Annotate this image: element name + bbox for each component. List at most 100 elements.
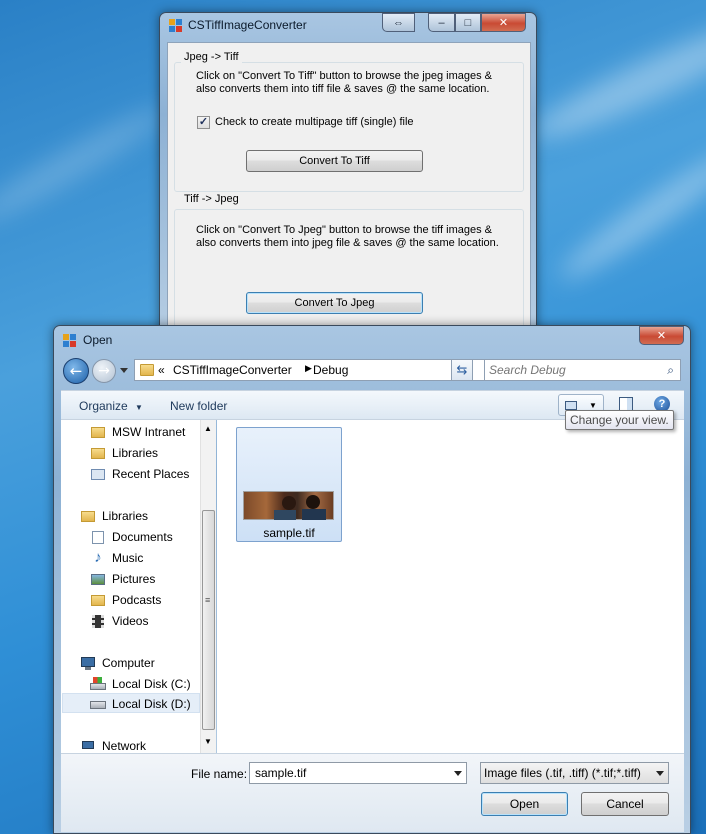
scroll-down-icon[interactable]: ▼ xyxy=(204,737,212,746)
new-folder-button[interactable]: New folder xyxy=(170,399,227,413)
nav-item-podcasts[interactable]: Podcasts xyxy=(90,590,161,610)
search-icon[interactable]: ⌕ xyxy=(667,363,674,378)
desktop: { "converter": { "title": "CSTiffImageCo… xyxy=(0,0,706,834)
swap-icon[interactable]: ⇔ xyxy=(382,13,415,32)
libraries-icon xyxy=(90,445,106,461)
group-label: Tiff -> Jpeg xyxy=(181,193,242,205)
file-name: sample.tif xyxy=(263,526,315,540)
wallpaper-streak xyxy=(0,97,173,233)
open-dialog: Open ✕ ← → « CSTiffImageConverter ▶ Debu… xyxy=(53,325,691,834)
nav-item-label: Videos xyxy=(112,614,149,628)
nav-item-local-disk-d[interactable]: Local Disk (D:) xyxy=(90,694,191,714)
videos-icon xyxy=(90,613,106,629)
file-item[interactable]: sample.tif xyxy=(236,427,342,542)
nav-item-label: Libraries xyxy=(112,446,159,460)
nav-item-label: Network xyxy=(102,739,147,753)
nav-item-computer[interactable]: Computer xyxy=(80,653,155,673)
organize-menu[interactable]: Organize ▼ xyxy=(79,399,143,413)
preview-pane-icon[interactable] xyxy=(619,397,633,411)
network-icon xyxy=(80,738,96,754)
converter-window: CSTiffImageConverter ⇔ – □ ✕ Jpeg -> Tif… xyxy=(159,12,537,352)
nav-item-label: MSW Intranet xyxy=(112,425,186,439)
cancel-button[interactable]: Cancel xyxy=(581,792,669,816)
wallpaper-streak xyxy=(551,139,706,291)
music-icon: ♪ xyxy=(94,549,102,566)
view-tooltip: Change your view. xyxy=(565,410,674,430)
group-label: Jpeg -> Tiff xyxy=(181,51,242,63)
file-type-select[interactable]: Image files (.tif, .tiff) (*.tif;*.tiff) xyxy=(480,762,669,784)
forward-button[interactable]: → xyxy=(92,359,116,383)
address-bar[interactable]: « CSTiffImageConverter ▶ Debug xyxy=(134,359,503,381)
nav-item-label: Music xyxy=(112,551,144,565)
open-button[interactable]: Open xyxy=(481,792,568,816)
search-input[interactable] xyxy=(489,362,659,378)
nav-item-pictures[interactable]: Pictures xyxy=(90,569,155,589)
description-line: also converts them into jpeg file & save… xyxy=(196,237,499,249)
nav-item-label: Local Disk (C:) xyxy=(112,677,191,691)
libraries-icon xyxy=(80,508,96,524)
nav-item-label: Local Disk (D:) xyxy=(112,697,191,711)
convert-to-tiff-button[interactable]: Convert To Tiff xyxy=(246,150,423,172)
nav-item-label: Documents xyxy=(112,530,173,544)
nav-item-label: Pictures xyxy=(112,572,156,586)
file-thumbnail xyxy=(243,491,334,520)
nav-item-libraries[interactable]: Libraries xyxy=(80,506,148,526)
computer-icon xyxy=(80,655,96,671)
search-box[interactable]: ⌕ xyxy=(484,359,681,381)
dialog-footer: File name: sample.tif Image files (.tif,… xyxy=(61,753,684,832)
chevron-down-icon: ▼ xyxy=(135,403,143,412)
breadcrumb-item[interactable]: CSTiffImageConverter xyxy=(173,363,292,377)
pictures-icon xyxy=(90,571,106,587)
minimize-button[interactable]: – xyxy=(428,13,455,32)
view-dropdown-icon[interactable]: ▼ xyxy=(589,401,597,410)
close-button[interactable]: ✕ xyxy=(481,13,526,32)
maximize-button[interactable]: □ xyxy=(455,13,481,32)
dialog-close-button[interactable]: ✕ xyxy=(639,326,684,345)
file-name-combobox[interactable]: sample.tif xyxy=(249,762,467,784)
recent-pages-dropdown[interactable] xyxy=(120,368,128,373)
intranet-folder-icon xyxy=(90,424,106,440)
nav-item-label: Libraries xyxy=(102,509,149,523)
breadcrumb-overflow[interactable]: « xyxy=(158,363,165,377)
file-type-label: Image files (.tif, .tiff) (*.tif;*.tiff) xyxy=(484,766,641,780)
nav-item-libraries-favorite[interactable]: Libraries xyxy=(90,443,158,463)
nav-item-recent-places[interactable]: Recent Places xyxy=(90,464,189,484)
wallpaper-streak xyxy=(523,6,706,154)
breadcrumb-separator-icon: ▶ xyxy=(305,363,312,373)
folder-icon xyxy=(140,364,154,376)
nav-item-music[interactable]: ♪ Music xyxy=(90,548,143,568)
organize-label: Organize xyxy=(79,399,128,413)
nav-item-label: Podcasts xyxy=(112,593,162,607)
drive-icon xyxy=(90,676,106,692)
description-line: also converts them into tiff file & save… xyxy=(196,83,490,95)
drive-icon xyxy=(90,696,106,712)
refresh-button[interactable]: ⇆ xyxy=(451,359,473,381)
description-line: Click on "Convert To Jpeg" button to bro… xyxy=(196,224,493,236)
form-body: Jpeg -> Tiff Click on "Convert To Tiff" … xyxy=(167,42,531,342)
view-icon xyxy=(565,401,577,410)
window-title: CSTiffImageConverter xyxy=(188,18,307,32)
scroll-thumb[interactable] xyxy=(202,510,215,730)
nav-item-msw-intranet[interactable]: MSW Intranet xyxy=(90,422,185,442)
back-button[interactable]: ← xyxy=(63,358,89,384)
scroll-grip-icon: ≡ xyxy=(205,595,211,605)
navigation-scrollbar[interactable]: ▲ ≡ ▼ xyxy=(200,420,216,753)
convert-to-jpeg-button[interactable]: Convert To Jpeg xyxy=(246,292,423,314)
nav-item-label: Computer xyxy=(102,656,155,670)
multipage-checkbox[interactable]: ✓ xyxy=(197,116,210,129)
nav-item-documents[interactable]: Documents xyxy=(90,527,173,547)
file-name-dropdown-icon[interactable] xyxy=(454,771,462,776)
nav-item-videos[interactable]: Videos xyxy=(90,611,148,631)
checkbox-label: Check to create multipage tiff (single) … xyxy=(215,116,414,128)
file-name-input[interactable]: sample.tif xyxy=(255,766,306,780)
scroll-up-icon[interactable]: ▲ xyxy=(204,424,212,433)
podcasts-icon xyxy=(90,592,106,608)
recent-places-icon xyxy=(90,466,106,482)
navigation-pane: MSW Intranet Libraries Recent Places Lib… xyxy=(61,420,216,753)
documents-icon xyxy=(90,529,106,545)
nav-item-local-disk-c[interactable]: Local Disk (C:) xyxy=(90,674,191,694)
nav-item-label: Recent Places xyxy=(112,467,190,481)
refresh-icon: ⇆ xyxy=(456,362,468,378)
breadcrumb-item[interactable]: Debug xyxy=(313,363,348,377)
file-type-dropdown-icon[interactable] xyxy=(656,771,664,776)
